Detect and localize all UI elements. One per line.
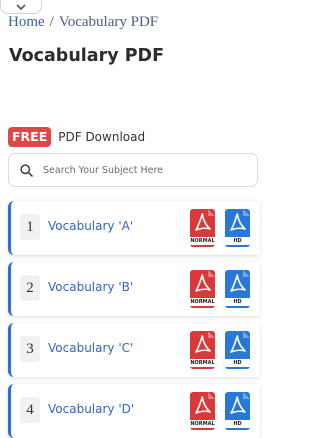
pdf-normal-button[interactable]: NORMAL (190, 209, 215, 247)
search-box[interactable] (8, 153, 258, 187)
pdf-file-icon (195, 209, 215, 231)
pdf-hd-label: HD (225, 359, 250, 367)
item-title-link[interactable]: Vocabulary 'B' (48, 280, 133, 294)
item-number: 4 (20, 397, 40, 423)
pdf-hd-button[interactable]: HD (225, 392, 250, 430)
search-input[interactable] (41, 163, 245, 177)
list-item[interactable]: 4 Vocabulary 'D' NORMAL HD (8, 384, 260, 438)
breadcrumb-home-link[interactable]: Home (8, 14, 45, 30)
item-title-link[interactable]: Vocabulary 'C' (48, 341, 133, 355)
pdf-normal-button[interactable]: NORMAL (190, 270, 215, 308)
search-icon (20, 163, 33, 177)
breadcrumb-separator: / (49, 14, 54, 30)
free-download-banner: FREE PDF Download (8, 127, 145, 147)
pdf-file-icon (230, 270, 250, 292)
pdf-file-icon (195, 331, 215, 353)
pdf-normal-button[interactable]: NORMAL (190, 331, 215, 369)
pdf-hd-label: HD (225, 420, 250, 428)
pdf-hd-label: HD (225, 298, 250, 306)
pdf-file-icon (195, 392, 215, 414)
free-download-text: PDF Download (58, 130, 146, 144)
list-item[interactable]: 3 Vocabulary 'C' NORMAL HD (8, 323, 260, 377)
pdf-normal-label: NORMAL (190, 298, 215, 306)
pdf-file-icon (230, 392, 250, 414)
free-badge: FREE (8, 127, 52, 147)
item-number: 1 (20, 214, 40, 240)
item-title-link[interactable]: Vocabulary 'D' (48, 402, 134, 416)
pdf-normal-label: NORMAL (190, 420, 215, 428)
chevron-down-icon (16, 3, 26, 10)
item-number: 3 (20, 336, 40, 362)
breadcrumb: Home / Vocabulary PDF (8, 14, 158, 31)
pdf-hd-button[interactable]: HD (225, 270, 250, 308)
pdf-file-icon (230, 331, 250, 353)
breadcrumb-current: Vocabulary PDF (58, 14, 159, 30)
pdf-normal-label: NORMAL (190, 359, 215, 367)
item-title-link[interactable]: Vocabulary 'A' (48, 219, 133, 233)
page-title: Vocabulary PDF (9, 46, 165, 66)
pdf-normal-label: NORMAL (190, 237, 215, 245)
pdf-hd-button[interactable]: HD (225, 209, 250, 247)
list-item[interactable]: 1 Vocabulary 'A' NORMAL HD (8, 201, 260, 255)
pdf-file-icon (195, 270, 215, 292)
pdf-normal-button[interactable]: NORMAL (190, 392, 215, 430)
list-item[interactable]: 2 Vocabulary 'B' NORMAL HD (8, 262, 260, 316)
pdf-hd-button[interactable]: HD (225, 331, 250, 369)
collapse-toggle[interactable] (0, 0, 42, 14)
item-number: 2 (20, 275, 40, 301)
pdf-file-icon (230, 209, 250, 231)
pdf-hd-label: HD (225, 237, 250, 245)
